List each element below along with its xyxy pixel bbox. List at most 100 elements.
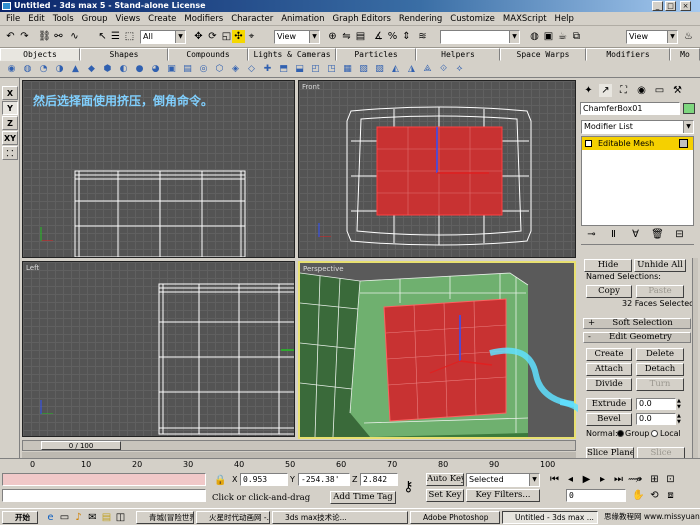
- menu-create[interactable]: Create: [144, 14, 180, 24]
- maxscript-listener-white[interactable]: [2, 489, 206, 502]
- tab-lights-cameras[interactable]: Lights & Cameras: [248, 48, 336, 61]
- curve-editor-icon[interactable]: ≋: [416, 30, 429, 43]
- create-object-icon[interactable]: ▧: [358, 64, 369, 75]
- panel-scrollbar[interactable]: [692, 258, 698, 458]
- auto-key-button[interactable]: Auto Key: [426, 473, 464, 486]
- select-object-icon[interactable]: ⌖: [245, 30, 258, 43]
- hide-button[interactable]: Hide: [584, 259, 632, 272]
- redo-icon[interactable]: ↷: [18, 30, 31, 43]
- show-end-result-icon[interactable]: Ⅱ: [607, 228, 620, 241]
- create-object-icon[interactable]: ◔: [38, 64, 49, 75]
- arc-rotate-icon[interactable]: ⟲: [648, 489, 661, 502]
- paste-button[interactable]: Paste: [636, 285, 684, 298]
- tab-modifiers[interactable]: Modifiers: [586, 48, 670, 61]
- viewport-front[interactable]: Front: [298, 80, 576, 258]
- pin-stack-icon[interactable]: ⊸: [585, 228, 598, 241]
- reference-coordinate-dropdown[interactable]: View ▼: [274, 30, 320, 44]
- render-view-dropdown[interactable]: View ▼: [626, 30, 678, 44]
- axis-xy-button[interactable]: XY: [2, 131, 18, 145]
- viewport-left[interactable]: Left: [22, 261, 295, 437]
- z-coordinate-field[interactable]: 2.842: [360, 473, 398, 486]
- create-object-icon[interactable]: ▣: [166, 64, 177, 75]
- pivot-icon[interactable]: ✣: [232, 30, 245, 43]
- divide-button[interactable]: Divide: [586, 378, 632, 391]
- render-type-icon[interactable]: ⧉: [570, 30, 583, 43]
- object-color-swatch[interactable]: [683, 103, 695, 114]
- hierarchy-tab-icon[interactable]: ⛶: [617, 84, 630, 97]
- object-name-field[interactable]: ChamferBox01: [580, 102, 680, 115]
- tab-particles[interactable]: Particles: [336, 48, 416, 61]
- menu-customize[interactable]: Customize: [446, 14, 499, 24]
- current-frame-field[interactable]: 0: [566, 489, 626, 502]
- bind-spacewarp-icon[interactable]: ∿: [68, 30, 81, 43]
- create-object-icon[interactable]: ◑: [54, 64, 65, 75]
- select-icon[interactable]: ↖: [96, 30, 109, 43]
- create-object-icon[interactable]: ◉: [6, 64, 17, 75]
- taskbar-task[interactable]: 青城(冒险世界)>>...: [136, 511, 194, 524]
- axis-x-button[interactable]: X: [2, 86, 18, 100]
- create-object-icon[interactable]: ⬡: [214, 64, 225, 75]
- soft-selection-rollout[interactable]: + Soft Selection: [583, 318, 691, 329]
- set-key-button[interactable]: Set Key: [426, 489, 464, 502]
- tab-objects[interactable]: Objects: [0, 48, 80, 61]
- unlink-icon[interactable]: ⚯: [52, 30, 65, 43]
- menu-character[interactable]: Character: [227, 14, 277, 24]
- turn-button[interactable]: Turn: [636, 378, 684, 391]
- create-object-icon[interactable]: ◮: [406, 64, 417, 75]
- bevel-button[interactable]: Bevel: [586, 413, 632, 426]
- taskbar-task[interactable]: Untitled - 3ds max ...: [502, 511, 598, 524]
- render-scene-icon[interactable]: ▣: [542, 30, 555, 43]
- create-object-icon[interactable]: ◭: [390, 64, 401, 75]
- modifier-stack-item[interactable]: Editable Mesh: [582, 137, 693, 150]
- create-object-icon[interactable]: ◳: [326, 64, 337, 75]
- select-rotate-icon[interactable]: ⟳: [206, 30, 219, 43]
- maxscript-listener-pink[interactable]: [2, 473, 206, 486]
- snap-icon[interactable]: ∡: [372, 30, 385, 43]
- create-object-icon[interactable]: ▦: [342, 64, 353, 75]
- display-tab-icon[interactable]: ▭: [653, 84, 666, 97]
- mirror-icon[interactable]: ⇋: [340, 30, 353, 43]
- tab-shapes[interactable]: Shapes: [80, 48, 168, 61]
- key-filters-button[interactable]: Key Filters...: [466, 489, 540, 502]
- tab-helpers[interactable]: Helpers: [416, 48, 500, 61]
- create-object-icon[interactable]: ⟁: [422, 64, 433, 75]
- menu-modifiers[interactable]: Modifiers: [180, 14, 227, 24]
- select-by-name-icon[interactable]: ☰: [109, 30, 122, 43]
- modify-tab-icon[interactable]: ↗: [599, 84, 612, 97]
- modifier-list-dropdown[interactable]: Modifier List ▼: [581, 120, 694, 134]
- remove-modifier-icon[interactable]: 🗑: [651, 228, 664, 241]
- unhide-all-button[interactable]: Unhide All: [634, 259, 686, 272]
- undo-icon[interactable]: ↶: [4, 30, 17, 43]
- create-object-icon[interactable]: ◍: [22, 64, 33, 75]
- detach-button[interactable]: Detach: [636, 363, 684, 376]
- maximize-button[interactable]: □: [665, 1, 676, 11]
- group-radio[interactable]: [617, 430, 624, 437]
- tab-space-warps[interactable]: Space Warps: [500, 48, 586, 61]
- create-object-icon[interactable]: ●: [134, 64, 145, 75]
- menu-maxscript[interactable]: MAXScript: [499, 14, 551, 24]
- spinner-arrows-icon[interactable]: ▲ ▼: [677, 398, 684, 410]
- tab-compounds[interactable]: Compounds: [168, 48, 248, 61]
- menu-edit[interactable]: Edit: [24, 14, 48, 24]
- zoom-all-icon[interactable]: ⊞: [648, 473, 661, 486]
- utilities-tab-icon[interactable]: ⚒: [671, 84, 684, 97]
- menu-animation[interactable]: Animation: [277, 14, 328, 24]
- close-button[interactable]: ×: [680, 1, 691, 11]
- create-object-icon[interactable]: ⬒: [278, 64, 289, 75]
- make-unique-icon[interactable]: ∀: [629, 228, 642, 241]
- maximize-viewport-icon[interactable]: ⧈: [664, 489, 677, 502]
- quicklaunch-folder-icon[interactable]: ▤: [100, 511, 113, 524]
- create-object-icon[interactable]: ◐: [118, 64, 129, 75]
- snap-toggle-icon[interactable]: ⸬: [2, 146, 18, 160]
- edit-geometry-rollout[interactable]: - Edit Geometry: [583, 332, 691, 343]
- create-object-icon[interactable]: ◆: [86, 64, 97, 75]
- align-icon[interactable]: ▤: [354, 30, 367, 43]
- x-coordinate-field[interactable]: 0.953: [240, 473, 288, 486]
- quicklaunch-app-icon[interactable]: ◫: [114, 511, 127, 524]
- create-object-icon[interactable]: ◇: [246, 64, 257, 75]
- menu-file[interactable]: File: [2, 14, 24, 24]
- create-button[interactable]: Create: [586, 348, 632, 361]
- create-object-icon[interactable]: ▤: [182, 64, 193, 75]
- selection-filter-dropdown[interactable]: All ▼: [140, 30, 186, 44]
- configure-sets-icon[interactable]: ⊟: [673, 228, 686, 241]
